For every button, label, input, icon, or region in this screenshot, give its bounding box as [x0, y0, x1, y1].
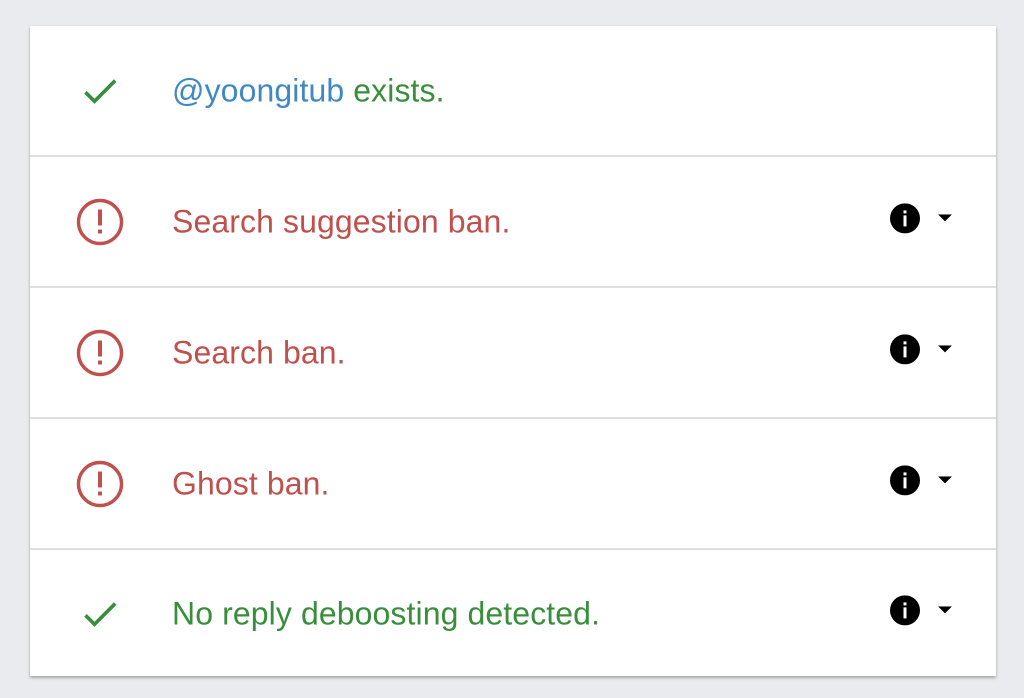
check-icon: [76, 590, 124, 638]
info-icon[interactable]: [890, 333, 920, 364]
caret-down-icon[interactable]: [938, 213, 952, 222]
result-text: Ghost ban.: [172, 465, 330, 501]
result-text: Search ban.: [172, 334, 346, 370]
result-row-exists: @yoongitub exists.: [30, 26, 996, 157]
caret-down-icon[interactable]: [938, 475, 952, 484]
details-toggle[interactable]: [890, 464, 952, 495]
check-icon: [76, 67, 124, 115]
alert-circle-icon: [76, 460, 124, 508]
result-row-ghost-ban: Ghost ban.: [30, 419, 996, 550]
info-icon[interactable]: [890, 464, 920, 495]
caret-down-icon[interactable]: [938, 606, 952, 614]
result-row-reply-deboosting: No reply deboosting detected.: [30, 550, 996, 678]
details-toggle[interactable]: [890, 333, 952, 364]
result-text: No reply deboosting detected.: [172, 595, 601, 632]
results-card: @yoongitub exists. Search suggestion ban…: [30, 26, 996, 676]
info-icon[interactable]: [890, 595, 920, 626]
details-toggle[interactable]: [890, 202, 952, 233]
result-text: Search suggestion ban.: [172, 203, 511, 239]
username-handle[interactable]: @yoongitub: [172, 72, 344, 108]
info-icon[interactable]: [890, 202, 920, 233]
details-toggle[interactable]: [890, 595, 952, 626]
alert-circle-icon: [76, 329, 124, 377]
caret-down-icon[interactable]: [938, 344, 952, 353]
result-row-search-suggestion-ban: Search suggestion ban.: [30, 157, 996, 288]
result-row-search-ban: Search ban.: [30, 288, 996, 419]
result-label: @yoongitub exists.: [172, 72, 445, 109]
result-text: exists.: [344, 72, 445, 108]
alert-circle-icon: [76, 198, 124, 246]
